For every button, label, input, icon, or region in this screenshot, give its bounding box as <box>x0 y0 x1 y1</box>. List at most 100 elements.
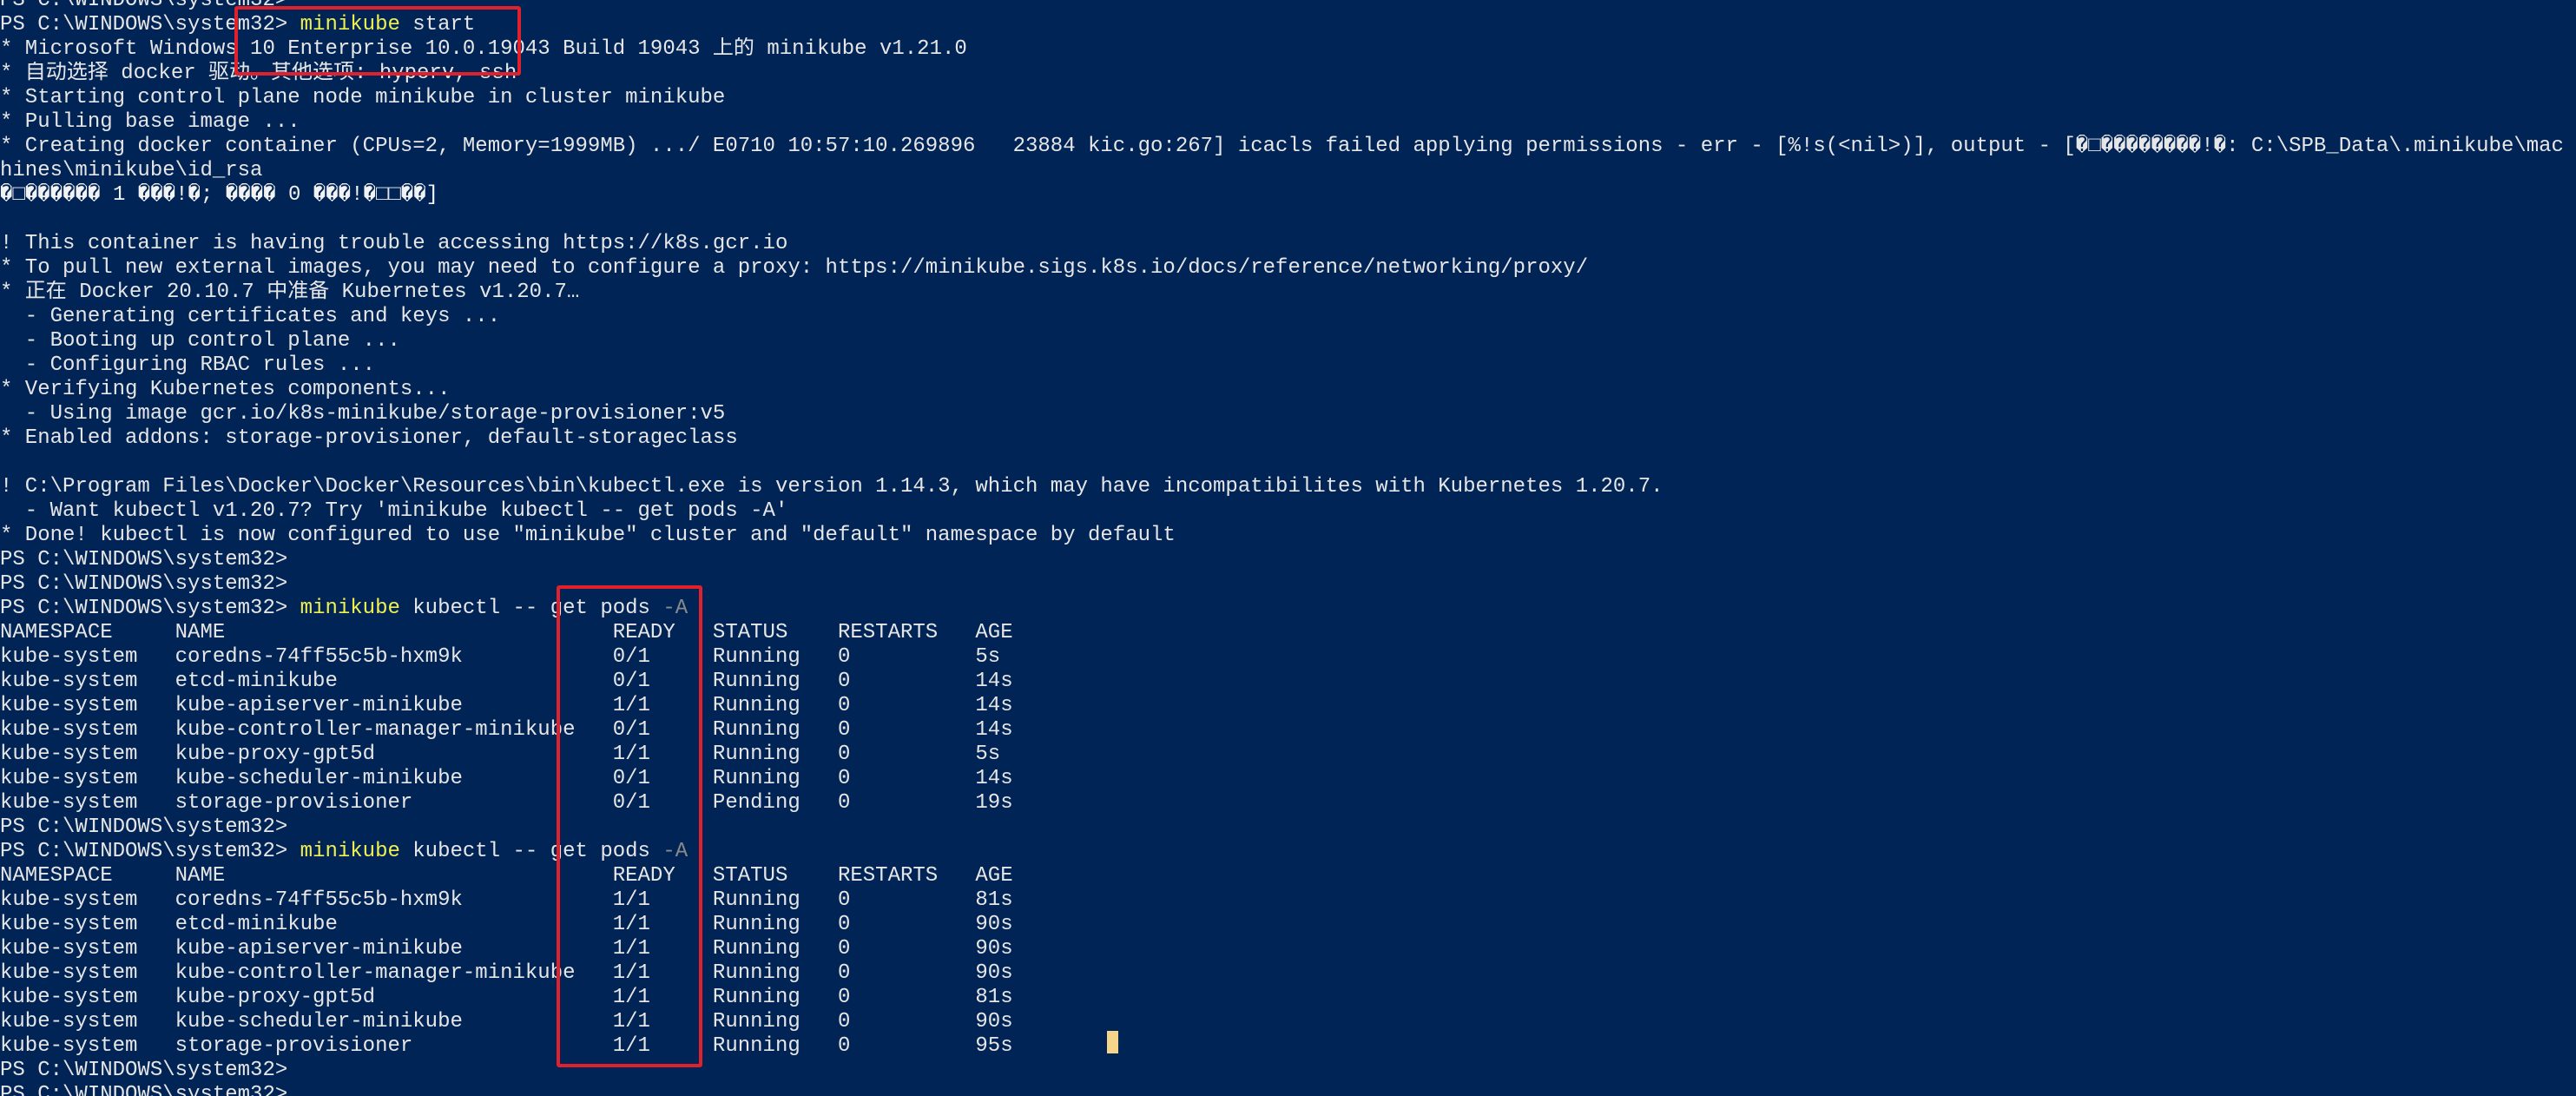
terminal-line: PS C:\WINDOWS\system32> <box>0 548 2576 572</box>
output-text: * Enabled addons: storage-provisioner, d… <box>0 426 738 450</box>
output-text: kube-system kube-controller-manager-mini… <box>0 961 1013 985</box>
terminal-window[interactable]: PS C:\WINDOWS\system32> PS C:\WINDOWS\sys… <box>0 0 2576 1096</box>
output-text: PS C:\WINDOWS\system32> <box>0 597 300 620</box>
terminal-line: * Pulling base image ... <box>0 110 2576 135</box>
terminal-line: PS C:\WINDOWS\system32> <box>0 572 2576 597</box>
terminal-line: kube-system coredns-74ff55c5b-hxm9k 1/1 … <box>0 888 2576 913</box>
output-text: * Creating docker container (CPUs=2, Mem… <box>0 135 2564 158</box>
terminal-line: NAMESPACE NAME READY STATUS RESTARTS AGE <box>0 864 2576 888</box>
terminal-line: PS C:\WINDOWS\system32> <box>0 815 2576 840</box>
text-cursor <box>1107 1031 1118 1053</box>
output-text: - Configuring RBAC rules ... <box>0 353 376 377</box>
output-text: �□������ 1 ���!�; ���� 0 ���!�□□��] <box>0 183 439 207</box>
output-text: kube-system coredns-74ff55c5b-hxm9k 1/1 … <box>0 888 1013 912</box>
terminal-line: kube-system kube-apiserver-minikube 1/1 … <box>0 694 2576 718</box>
terminal-output: PS C:\WINDOWS\system32> PS C:\WINDOWS\sys… <box>0 0 2576 1096</box>
output-text: kube-system kube-scheduler-minikube 1/1 … <box>0 1010 1013 1033</box>
output-text: * Pulling base image ... <box>0 110 300 134</box>
output-text: PS C:\WINDOWS\system32> <box>0 572 288 596</box>
parameter-text: -A <box>662 597 688 620</box>
output-text: * 正在 Docker 20.10.7 中准备 Kubernetes v1.20… <box>0 281 580 304</box>
output-text: ! This container is having trouble acces… <box>0 232 788 255</box>
output-text: NAMESPACE NAME READY STATUS RESTARTS AGE <box>0 864 1013 888</box>
command-text: minikube <box>300 840 400 863</box>
output-text: kube-system kube-apiserver-minikube 1/1 … <box>0 694 1013 717</box>
output-text: * Starting control plane node minikube i… <box>0 86 726 109</box>
output-text: PS C:\WINDOWS\system32> <box>0 548 288 571</box>
terminal-line: kube-system kube-proxy-gpt5d 1/1 Running… <box>0 743 2576 767</box>
terminal-line: * Microsoft Windows 10 Enterprise 10.0.1… <box>0 37 2576 62</box>
output-text: PS C:\WINDOWS\system32> <box>0 13 300 36</box>
command-text: minikube <box>300 597 400 620</box>
output-text: kubectl -- get pods <box>399 597 663 620</box>
terminal-line: * To pull new external images, you may n… <box>0 256 2576 281</box>
output-text: kube-system kube-controller-manager-mini… <box>0 718 1013 742</box>
terminal-line: PS C:\WINDOWS\system32> <box>0 0 2576 13</box>
output-text: * Done! kubectl is now configured to use… <box>0 524 1176 547</box>
terminal-line: kube-system storage-provisioner 0/1 Pend… <box>0 791 2576 815</box>
terminal-line: kube-system kube-scheduler-minikube 1/1 … <box>0 1010 2576 1034</box>
terminal-line: PS C:\WINDOWS\system32> minikube kubectl… <box>0 840 2576 864</box>
output-text: kube-system etcd-minikube 1/1 Running 0 … <box>0 913 1013 936</box>
terminal-line: ! This container is having trouble acces… <box>0 232 2576 256</box>
output-text: - Want kubectl v1.20.7? Try 'minikube ku… <box>0 499 788 523</box>
terminal-line: kube-system kube-scheduler-minikube 0/1 … <box>0 767 2576 791</box>
terminal-line: * Enabled addons: storage-provisioner, d… <box>0 426 2576 451</box>
output-text: kube-system kube-proxy-gpt5d 1/1 Running… <box>0 743 1001 766</box>
terminal-line: ! C:\Program Files\Docker\Docker\Resourc… <box>0 475 2576 499</box>
output-text: kube-system storage-provisioner 0/1 Pend… <box>0 791 1013 815</box>
terminal-line: kube-system coredns-74ff55c5b-hxm9k 0/1 … <box>0 645 2576 670</box>
terminal-line: kube-system etcd-minikube 0/1 Running 0 … <box>0 670 2576 694</box>
terminal-line: kube-system kube-controller-manager-mini… <box>0 961 2576 986</box>
terminal-line: PS C:\WINDOWS\system32> <box>0 1059 2576 1083</box>
terminal-line: PS C:\WINDOWS\system32> <box>0 1083 2576 1096</box>
terminal-line: kube-system kube-proxy-gpt5d 1/1 Running… <box>0 986 2576 1010</box>
terminal-line: kube-system kube-apiserver-minikube 1/1 … <box>0 937 2576 961</box>
terminal-line: - Booting up control plane ... <box>0 329 2576 353</box>
terminal-line: * Done! kubectl is now configured to use… <box>0 524 2576 548</box>
terminal-line: * 正在 Docker 20.10.7 中准备 Kubernetes v1.20… <box>0 281 2576 305</box>
terminal-line: �□������ 1 ���!�; ���� 0 ���!�□□��] <box>0 183 2576 208</box>
terminal-line: PS C:\WINDOWS\system32> minikube kubectl… <box>0 597 2576 621</box>
output-text: * Microsoft Windows 10 Enterprise 10.0.1… <box>0 37 967 61</box>
output-text: * 自动选择 docker 驱动。其他选项: hyperv, ssh <box>0 62 517 85</box>
output-text: NAMESPACE NAME READY STATUS RESTARTS AGE <box>0 621 1013 644</box>
output-text: * Verifying Kubernetes components... <box>0 378 451 401</box>
output-text: kube-system kube-scheduler-minikube 0/1 … <box>0 767 1013 790</box>
output-text: - Booting up control plane ... <box>0 329 400 353</box>
output-text: PS C:\WINDOWS\system32> <box>0 840 300 863</box>
terminal-line: NAMESPACE NAME READY STATUS RESTARTS AGE <box>0 621 2576 645</box>
output-text: kube-system etcd-minikube 0/1 Running 0 … <box>0 670 1013 693</box>
output-text: PS C:\WINDOWS\system32> <box>0 1083 288 1096</box>
output-text: kubectl -- get pods <box>399 840 663 863</box>
terminal-line: * Verifying Kubernetes components... <box>0 378 2576 402</box>
terminal-line: PS C:\WINDOWS\system32> minikube start <box>0 13 2576 37</box>
output-text: kube-system coredns-74ff55c5b-hxm9k 0/1 … <box>0 645 1001 669</box>
terminal-line: kube-system storage-provisioner 1/1 Runn… <box>0 1034 2576 1059</box>
terminal-line: kube-system etcd-minikube 1/1 Running 0 … <box>0 913 2576 937</box>
output-text: PS C:\WINDOWS\system32> <box>0 0 288 12</box>
terminal-line: * 自动选择 docker 驱动。其他选项: hyperv, ssh <box>0 62 2576 86</box>
terminal-line: - Using image gcr.io/k8s-minikube/storag… <box>0 402 2576 426</box>
output-text: start <box>399 13 476 36</box>
terminal-line: hines\minikube\id_rsa <box>0 159 2576 183</box>
terminal-line: * Creating docker container (CPUs=2, Mem… <box>0 135 2576 159</box>
output-text: PS C:\WINDOWS\system32> <box>0 1059 288 1082</box>
output-text: - Using image gcr.io/k8s-minikube/storag… <box>0 402 726 426</box>
output-text: kube-system storage-provisioner 1/1 Runn… <box>0 1034 1013 1058</box>
output-text: * To pull new external images, you may n… <box>0 256 1589 280</box>
output-text: kube-system kube-apiserver-minikube 1/1 … <box>0 937 1013 961</box>
output-text: hines\minikube\id_rsa <box>0 159 263 182</box>
output-text: PS C:\WINDOWS\system32> <box>0 815 288 839</box>
output-text: - Generating certificates and keys ... <box>0 305 501 328</box>
command-text: minikube <box>300 13 400 36</box>
terminal-line: kube-system kube-controller-manager-mini… <box>0 718 2576 743</box>
terminal-line: - Generating certificates and keys ... <box>0 305 2576 329</box>
terminal-line: * Starting control plane node minikube i… <box>0 86 2576 110</box>
output-text: kube-system kube-proxy-gpt5d 1/1 Running… <box>0 986 1013 1009</box>
parameter-text: -A <box>662 840 688 863</box>
output-text: ! C:\Program Files\Docker\Docker\Resourc… <box>0 475 1664 498</box>
terminal-line: - Want kubectl v1.20.7? Try 'minikube ku… <box>0 499 2576 524</box>
